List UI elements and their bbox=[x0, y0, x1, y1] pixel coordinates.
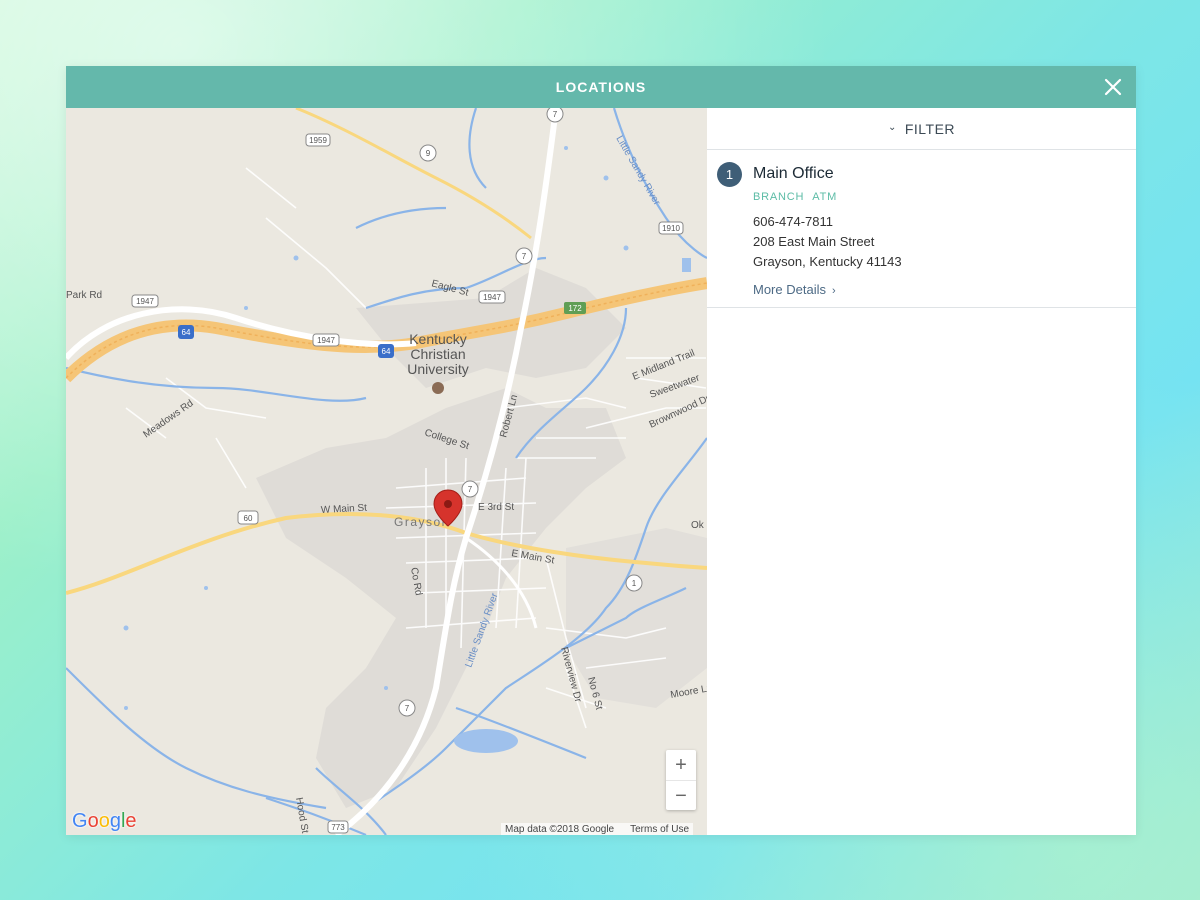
shield-64-a: 64 bbox=[182, 328, 191, 337]
location-number-badge: 1 bbox=[717, 162, 742, 187]
tag-branch: BRANCH bbox=[753, 191, 805, 203]
zoom-control: + − bbox=[666, 750, 696, 810]
map-canvas[interactable]: 1959 9 7 7 7 7 1947 1947 1947 64 64 1910… bbox=[66, 108, 707, 835]
shield-1947-a: 1947 bbox=[136, 297, 154, 306]
more-details-label: More Details bbox=[753, 282, 826, 297]
tag-atm: ATM bbox=[812, 191, 838, 203]
shield-9: 9 bbox=[426, 149, 431, 158]
shield-7-town: 7 bbox=[468, 485, 473, 494]
label-e-3rd: E 3rd St bbox=[478, 502, 514, 513]
location-address-line2: Grayson, Kentucky 41143 bbox=[753, 254, 902, 269]
shield-7-mid: 7 bbox=[522, 252, 527, 261]
zoom-in-button[interactable]: + bbox=[666, 750, 696, 781]
google-logo: Google bbox=[72, 810, 137, 832]
terms-link[interactable]: Terms of Use bbox=[630, 824, 689, 835]
attribution-text: Map data ©2018 Google bbox=[505, 824, 615, 835]
locations-panel: ⌄ FILTER 1 Main Office BRANCH ATM 606-474… bbox=[707, 108, 1136, 835]
location-tags: BRANCH ATM bbox=[753, 191, 1136, 203]
zoom-out-button[interactable]: − bbox=[666, 781, 696, 811]
modal-title: LOCATIONS bbox=[555, 79, 647, 95]
modal-header: LOCATIONS bbox=[66, 66, 1136, 108]
filter-label: FILTER bbox=[904, 120, 956, 137]
shield-7-south: 7 bbox=[405, 704, 410, 713]
location-item[interactable]: 1 Main Office BRANCH ATM 606-474-7811 208… bbox=[707, 150, 1136, 308]
chevron-right-icon: › bbox=[831, 285, 836, 297]
map-attribution: Map data ©2018 Google Terms of Use bbox=[501, 823, 694, 835]
shield-60: 60 bbox=[244, 514, 253, 523]
shield-7-top: 7 bbox=[553, 110, 558, 119]
close-icon bbox=[1104, 78, 1122, 96]
shield-1910: 1910 bbox=[662, 224, 680, 233]
shield-64-b: 64 bbox=[382, 347, 391, 356]
label-university-3: University bbox=[407, 361, 468, 377]
shield-773: 773 bbox=[331, 823, 345, 832]
label-park: Park Rd bbox=[66, 290, 102, 301]
shield-1: 1 bbox=[632, 579, 637, 588]
shield-1947-b: 1947 bbox=[483, 293, 501, 302]
shield-172: 172 bbox=[568, 304, 582, 313]
location-address-line1: 208 East Main Street bbox=[753, 234, 875, 249]
location-info: 606-474-7811 208 East Main Street Grayso… bbox=[753, 212, 1136, 272]
location-phone: 606-474-7811 bbox=[753, 214, 833, 229]
shield-1947-c: 1947 bbox=[317, 336, 335, 345]
filter-button[interactable]: ⌄ FILTER bbox=[707, 108, 1136, 150]
locations-modal: LOCATIONS 1959 9 7 7 7 7 1947 1947 1947 … bbox=[66, 66, 1136, 835]
close-button[interactable] bbox=[1100, 74, 1126, 100]
shield-1959: 1959 bbox=[309, 136, 327, 145]
more-details-link[interactable]: More Details › bbox=[753, 282, 836, 297]
label-university-1: Kentucky bbox=[409, 331, 467, 347]
label-university-2: Christian bbox=[410, 346, 465, 362]
chevron-down-icon: ⌄ bbox=[887, 122, 897, 133]
label-ok: Ok bbox=[691, 520, 705, 531]
location-name: Main Office bbox=[753, 165, 834, 182]
map-view[interactable]: 1959 9 7 7 7 7 1947 1947 1947 64 64 1910… bbox=[66, 108, 707, 835]
